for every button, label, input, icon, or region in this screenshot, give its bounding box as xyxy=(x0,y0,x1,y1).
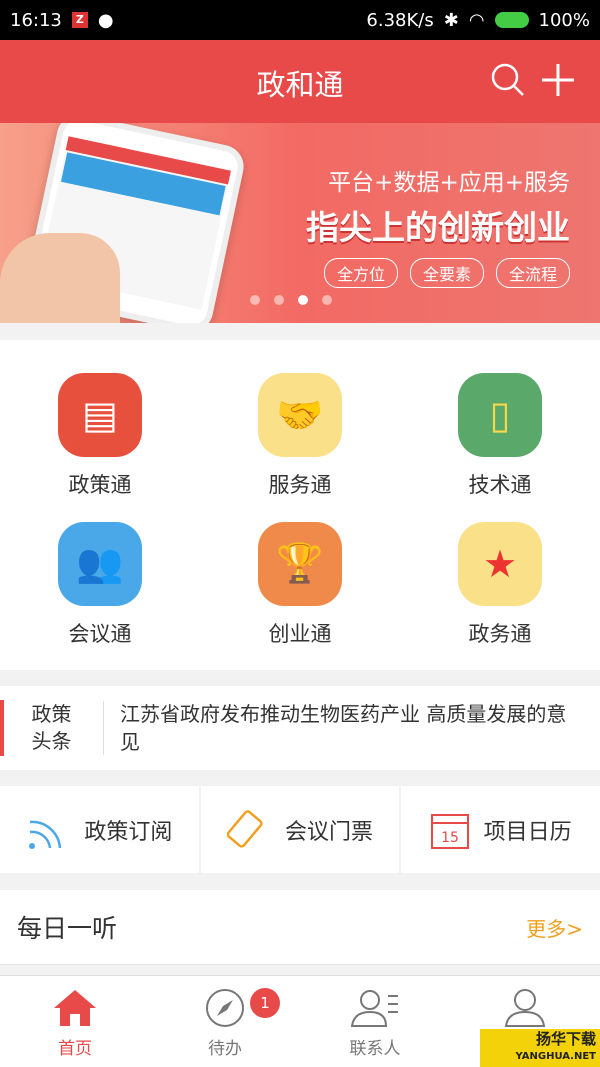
grid-item-policy[interactable]: ▤ 政策通 xyxy=(0,373,200,521)
carousel-dot-active[interactable] xyxy=(298,295,308,305)
wifi-icon: ◠ xyxy=(468,9,485,31)
shortcut-meeting-ticket[interactable]: 会议门票 xyxy=(200,786,400,873)
news-tag: 政策 头条 xyxy=(0,701,104,755)
shortcut-project-calendar[interactable]: 15 项目日历 xyxy=(401,786,600,873)
banner-pill: 全要素 xyxy=(409,258,484,288)
grid-item-service[interactable]: 🤝 服务通 xyxy=(200,373,400,521)
headline-news[interactable]: 政策 头条 江苏省政府发布推动生物医药产业 高质量发展的意见 xyxy=(0,686,600,770)
plus-icon[interactable] xyxy=(540,62,576,98)
shortcut-policy-subscribe[interactable]: 政策订阅 xyxy=(0,786,199,873)
tab-home[interactable]: 首页 xyxy=(0,976,150,1067)
tab-contacts[interactable]: 联系人 xyxy=(300,976,450,1067)
document-icon: ▤ xyxy=(58,373,142,457)
section-title: 每日一听 xyxy=(17,914,118,943)
network-speed: 6.38K/s xyxy=(366,9,434,31)
battery-level: 100% xyxy=(538,9,590,31)
accent-bar xyxy=(0,700,4,756)
banner-subtitle: 平台+数据+应用+服务 xyxy=(328,170,570,196)
rss-icon xyxy=(29,820,62,849)
hand-illustration xyxy=(0,233,120,323)
promo-banner[interactable]: 平台+数据+应用+服务 指尖上的创新创业 全方位 全要素 全流程 xyxy=(0,123,600,323)
notification-badge: 1 xyxy=(250,988,280,1018)
feature-grid: ▤ 政策通 🤝 服务通 ▯ 技术通 👥 会议通 🏆 创业通 ★ 政务通 xyxy=(0,340,600,670)
home-icon xyxy=(54,990,96,1026)
banner-title: 指尖上的创新创业 xyxy=(306,208,570,247)
grid-item-meeting[interactable]: 👥 会议通 xyxy=(0,521,200,670)
handshake-icon: 🤝 xyxy=(258,373,342,457)
more-link[interactable]: 更多> xyxy=(526,913,583,942)
news-headline[interactable]: 江苏省政府发布推动生物医药产业 高质量发展的意见 xyxy=(104,700,600,756)
android-icon: ● xyxy=(97,9,114,31)
meeting-icon: 👥 xyxy=(58,521,142,606)
contacts-icon xyxy=(350,990,398,1027)
phone-tech-icon: ▯ xyxy=(458,373,542,457)
search-icon[interactable] xyxy=(490,62,526,98)
app-header: 政和通 xyxy=(0,40,600,123)
banner-pill: 全流程 xyxy=(495,258,570,288)
watermark-logo: 扬华下载 YANGHUA.NET xyxy=(480,1029,600,1067)
svg-text:15: 15 xyxy=(441,830,459,846)
carousel-dot[interactable] xyxy=(274,295,284,305)
grid-item-startup[interactable]: 🏆 创业通 xyxy=(200,521,400,670)
clock: 16:13 xyxy=(10,9,62,31)
grid-item-tech[interactable]: ▯ 技术通 xyxy=(400,373,600,521)
tiananmen-icon: ★ xyxy=(458,521,542,606)
carousel-dot[interactable] xyxy=(322,295,332,305)
grid-item-government[interactable]: ★ 政务通 xyxy=(400,521,600,670)
banner-pill: 全方位 xyxy=(323,258,398,288)
shortcut-row: 政策订阅 会议门票 15 项目日历 xyxy=(0,786,600,873)
app-notification-icon: Z xyxy=(71,12,88,28)
compass-icon xyxy=(206,989,244,1027)
carousel-dots[interactable] xyxy=(250,295,332,305)
bluetooth-icon: ✱ xyxy=(443,9,459,31)
user-icon xyxy=(504,989,546,1027)
battery-icon xyxy=(494,12,529,28)
ticket-icon xyxy=(227,809,263,848)
daily-listen-section: 每日一听 更多> xyxy=(0,890,600,965)
trophy-icon: 🏆 xyxy=(258,521,342,606)
status-bar: 16:13 Z ● 6.38K/s ✱ ◠ 100% xyxy=(0,0,600,40)
carousel-dot[interactable] xyxy=(250,295,260,305)
tab-todo[interactable]: 待办 1 xyxy=(150,976,300,1067)
calendar-icon: 15 xyxy=(430,813,469,849)
